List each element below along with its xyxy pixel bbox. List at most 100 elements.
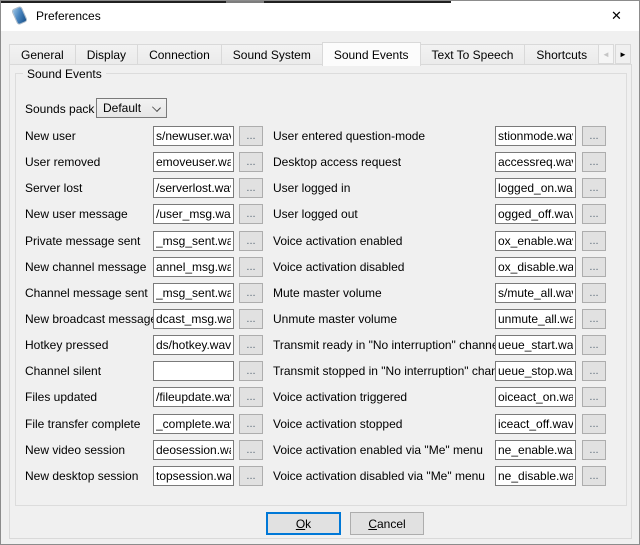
sound-event-label: Voice activation enabled [273, 234, 402, 248]
sound-path-input[interactable] [153, 257, 234, 277]
sound-event-label: New video session [25, 443, 125, 457]
sound-path-input[interactable] [495, 152, 576, 172]
browse-button[interactable]: ... [239, 283, 263, 303]
sound-event-label: New user [25, 129, 76, 143]
sound-event-label: Voice activation disabled via "Me" menu [273, 469, 485, 483]
sound-path-input[interactable] [495, 414, 576, 434]
cancel-button[interactable]: Cancel [350, 512, 424, 535]
tab-text-to-speech[interactable]: Text To Speech [420, 44, 526, 64]
tab-connection[interactable]: Connection [137, 44, 222, 64]
browse-button[interactable]: ... [239, 361, 263, 381]
sound-path-input[interactable] [153, 283, 234, 303]
browse-button[interactable]: ... [239, 309, 263, 329]
tab-sound-system[interactable]: Sound System [221, 44, 323, 64]
sound-event-label: User logged out [273, 207, 358, 221]
sound-path-input[interactable] [495, 283, 576, 303]
browse-button[interactable]: ... [582, 440, 606, 460]
browse-button[interactable]: ... [239, 126, 263, 146]
browse-button[interactable]: ... [239, 204, 263, 224]
close-button[interactable]: ✕ [594, 1, 639, 31]
sound-path-input[interactable] [495, 335, 576, 355]
sound-event-label: Desktop access request [273, 155, 401, 169]
sound-event-label: Hotkey pressed [25, 338, 108, 352]
tab-sound-events[interactable]: Sound Events [322, 42, 421, 66]
sound-event-label: Channel message sent [25, 286, 148, 300]
browse-button[interactable]: ... [582, 283, 606, 303]
browse-button[interactable]: ... [582, 414, 606, 434]
browse-button[interactable]: ... [582, 309, 606, 329]
browse-button[interactable]: ... [582, 335, 606, 355]
sound-path-input[interactable] [153, 361, 234, 381]
sound-event-row: Channel message sent ... [25, 280, 265, 306]
browse-button[interactable]: ... [582, 178, 606, 198]
sound-event-row: Desktop access request ... [273, 149, 609, 175]
sound-event-label: New broadcast message [25, 312, 157, 326]
tab-shortcuts[interactable]: Shortcuts [524, 44, 599, 64]
tab-scroll-left-button[interactable]: ◄ [598, 44, 614, 64]
sound-path-input[interactable] [495, 361, 576, 381]
sound-path-input[interactable] [495, 178, 576, 198]
sound-event-row: Transmit stopped in "No interruption" ch… [273, 358, 609, 384]
sound-path-input[interactable] [153, 466, 234, 486]
sound-event-label: New desktop session [25, 469, 138, 483]
teamtalk-app-icon [12, 7, 28, 25]
browse-button[interactable]: ... [239, 335, 263, 355]
sound-path-input[interactable] [153, 178, 234, 198]
browse-button[interactable]: ... [239, 231, 263, 251]
tab-general[interactable]: General [9, 44, 76, 64]
sound-path-input[interactable] [495, 257, 576, 277]
ok-button[interactable]: Ok [266, 512, 341, 535]
browse-button[interactable]: ... [582, 126, 606, 146]
browse-button[interactable]: ... [582, 466, 606, 486]
browse-button[interactable]: ... [239, 440, 263, 460]
sound-event-label: Mute master volume [273, 286, 382, 300]
sound-path-input[interactable] [153, 387, 234, 407]
sound-path-input[interactable] [153, 414, 234, 434]
sound-path-input[interactable] [153, 231, 234, 251]
browse-button[interactable]: ... [239, 178, 263, 198]
sound-path-input[interactable] [495, 204, 576, 224]
sound-path-input[interactable] [153, 335, 234, 355]
sounds-pack-dropdown[interactable]: Default [96, 98, 167, 118]
sound-path-input[interactable] [495, 309, 576, 329]
browse-button[interactable]: ... [582, 257, 606, 277]
browse-button[interactable]: ... [582, 387, 606, 407]
sound-event-row: Hotkey pressed ... [25, 332, 265, 358]
sound-event-row: Voice activation enabled ... [273, 228, 609, 254]
browse-button[interactable]: ... [582, 361, 606, 381]
sound-event-row: Voice activation triggered ... [273, 384, 609, 410]
background-window-edge [1, 1, 451, 3]
tab-label: Sound System [233, 48, 311, 62]
browse-button[interactable]: ... [582, 204, 606, 224]
browse-button[interactable]: ... [239, 257, 263, 277]
sounds-pack-value: Default [103, 101, 141, 115]
sound-path-input[interactable] [153, 126, 234, 146]
sound-event-row: Voice activation disabled via "Me" menu … [273, 463, 609, 489]
sound-path-input[interactable] [495, 231, 576, 251]
browse-button[interactable]: ... [582, 152, 606, 172]
sound-event-label: User logged in [273, 181, 350, 195]
browse-button[interactable]: ... [239, 414, 263, 434]
sound-path-input[interactable] [153, 152, 234, 172]
sound-events-left-column: New user ... User removed ... Server los… [25, 123, 265, 489]
tab-label: Connection [149, 48, 210, 62]
browse-button[interactable]: ... [239, 387, 263, 407]
tab-bar: General Display Connection Sound System … [9, 42, 601, 66]
sound-path-input[interactable] [153, 204, 234, 224]
browse-button[interactable]: ... [239, 466, 263, 486]
sound-event-row: Files updated ... [25, 384, 265, 410]
chevron-down-icon [152, 103, 161, 112]
sound-path-input[interactable] [153, 309, 234, 329]
sound-path-input[interactable] [495, 466, 576, 486]
sound-event-label: Channel silent [25, 364, 101, 378]
sound-path-input[interactable] [495, 440, 576, 460]
sound-event-label: Transmit stopped in "No interruption" ch… [273, 364, 514, 378]
tab-scroll-right-button[interactable]: ► [615, 44, 631, 64]
sound-event-row: New user message ... [25, 201, 265, 227]
browse-button[interactable]: ... [239, 152, 263, 172]
sound-path-input[interactable] [495, 126, 576, 146]
tab-display[interactable]: Display [75, 44, 138, 64]
sound-path-input[interactable] [495, 387, 576, 407]
browse-button[interactable]: ... [582, 231, 606, 251]
sound-path-input[interactable] [153, 440, 234, 460]
